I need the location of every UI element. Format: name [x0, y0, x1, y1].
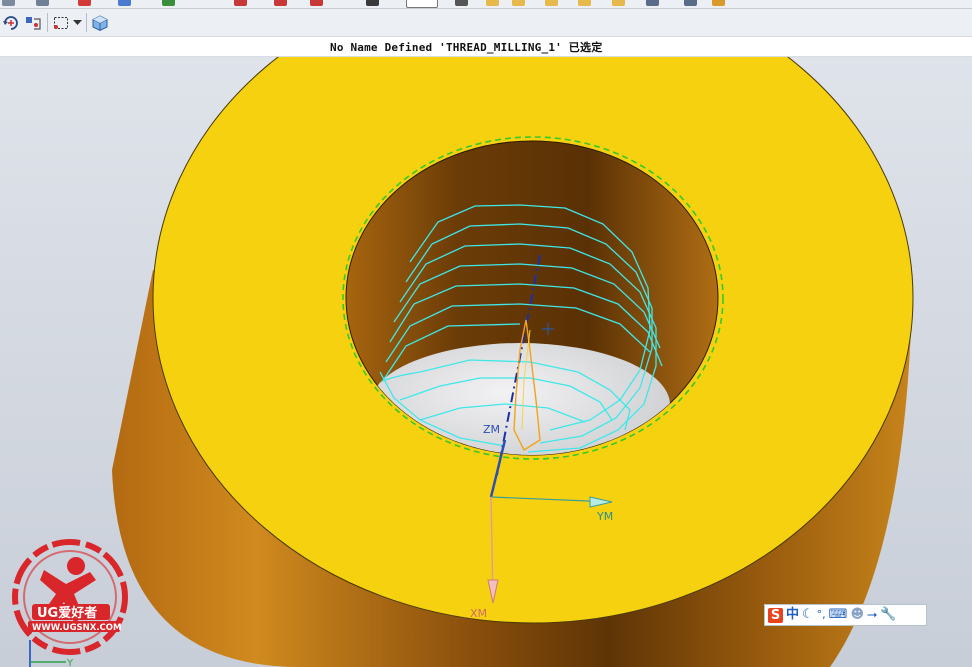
toolbar-separator	[47, 13, 48, 32]
keyboard-icon[interactable]: ⌨	[829, 607, 848, 623]
toolbar-icon[interactable]	[118, 0, 131, 6]
toolbar-icon[interactable]	[234, 0, 247, 6]
rotate-view-icon[interactable]	[0, 12, 22, 33]
top-toolbar-strip	[0, 0, 972, 9]
wrench-icon[interactable]: 🔧	[880, 607, 896, 623]
status-message: No Name Defined 'THREAD_MILLING_1' 已选定	[330, 41, 603, 54]
toolbar-separator	[86, 13, 87, 32]
toolbar-icon[interactable]	[578, 0, 591, 6]
toolbar-icon[interactable]	[366, 0, 379, 6]
skin-icon[interactable]: ⭢	[867, 607, 877, 623]
toolbar-icon[interactable]	[310, 0, 323, 6]
punctuation-icon[interactable]: °,	[817, 607, 826, 623]
wcs-y-label: Y	[66, 658, 74, 667]
zm-label: ZM	[483, 423, 500, 436]
user-icon[interactable]: ☻	[850, 607, 864, 623]
toolbar-icon[interactable]	[712, 0, 725, 6]
watermark-url: WWW.UGSNX.COM	[32, 623, 121, 633]
toolbar-icon[interactable]	[274, 0, 287, 6]
toolbar-icon[interactable]	[455, 0, 468, 6]
ime-toolbar[interactable]: S 中 ☾ °, ⌨ ☻ ⭢ 🔧	[764, 604, 927, 626]
sogou-logo-icon[interactable]: S	[768, 607, 783, 623]
view-toolbar	[0, 9, 972, 37]
graphics-window[interactable]: ZM YM XM Y UG爱好者 WWW.UGSNX.COM	[0, 57, 972, 667]
moon-icon[interactable]: ☾	[802, 607, 814, 623]
toolbar-icon[interactable]	[512, 0, 525, 6]
toolbar-icon[interactable]	[2, 0, 15, 6]
ime-chinese-mode[interactable]: 中	[786, 607, 799, 623]
toolbar-icon[interactable]	[486, 0, 499, 6]
toolbar-icon[interactable]	[162, 0, 175, 6]
watermark-brand: UG爱好者	[37, 605, 97, 621]
snap-point-icon[interactable]	[22, 12, 44, 33]
toolbar-input[interactable]	[406, 0, 438, 8]
status-line: No Name Defined 'THREAD_MILLING_1' 已选定	[0, 37, 972, 57]
xm-label: XM	[470, 607, 487, 620]
toolbar-icon[interactable]	[646, 0, 659, 6]
model-view[interactable]: ZM YM XM Y UG爱好者 WWW.UGSNX.COM	[0, 57, 972, 667]
toolbar-icon[interactable]	[684, 0, 697, 6]
toolbar-icon[interactable]	[612, 0, 625, 6]
toolbar-icon[interactable]	[545, 0, 558, 6]
selection-dropdown-icon[interactable]	[70, 12, 84, 33]
toolbar-icon[interactable]	[78, 0, 91, 6]
selection-box-icon[interactable]	[50, 12, 72, 33]
toolbar-icon[interactable]	[36, 0, 49, 6]
ym-label: YM	[596, 510, 613, 523]
shaded-cube-icon[interactable]	[89, 12, 111, 33]
